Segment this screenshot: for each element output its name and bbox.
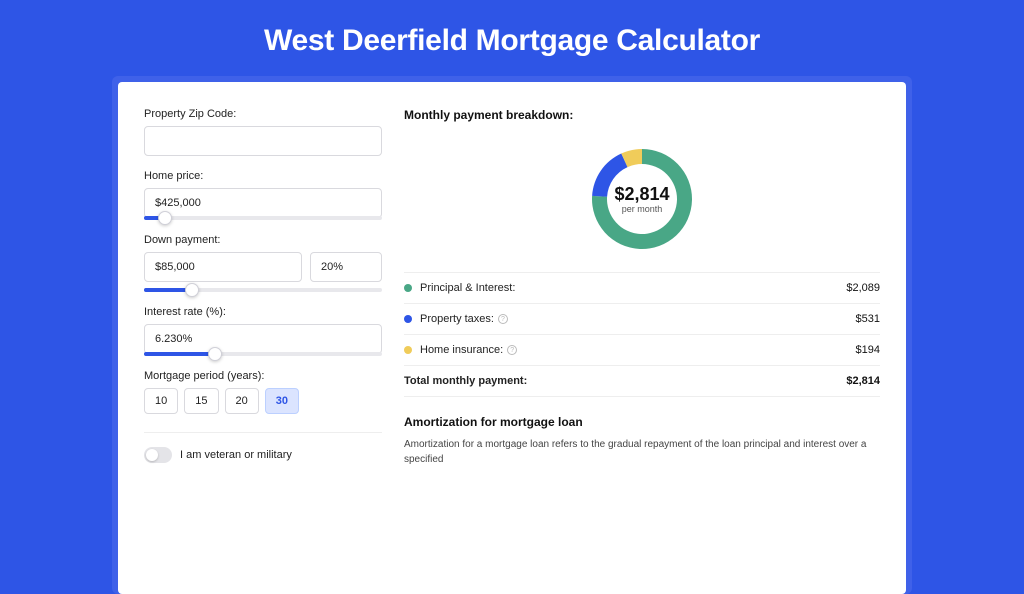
period-option-20[interactable]: 20: [225, 388, 259, 414]
price-label: Home price:: [144, 170, 382, 182]
period-field-group: Mortgage period (years): 10 15 20 30: [144, 370, 382, 414]
period-option-10[interactable]: 10: [144, 388, 178, 414]
down-pct-input[interactable]: [310, 252, 382, 282]
legend-label-principal: Principal & Interest:: [420, 282, 515, 294]
veteran-row: I am veteran or military: [144, 432, 382, 463]
legend-table: Principal & Interest: $2,089 Property ta…: [404, 272, 880, 397]
rate-input[interactable]: [144, 324, 382, 354]
price-slider[interactable]: [144, 216, 382, 220]
veteran-toggle[interactable]: [144, 447, 172, 463]
donut-center-amount: $2,814: [614, 184, 669, 204]
info-icon[interactable]: ?: [507, 345, 517, 355]
calculator-card: Property Zip Code: Home price: Down paym…: [118, 82, 906, 594]
down-amount-input[interactable]: [144, 252, 302, 282]
legend-row-principal: Principal & Interest: $2,089: [404, 273, 880, 304]
period-options: 10 15 20 30: [144, 388, 382, 414]
period-option-15[interactable]: 15: [184, 388, 218, 414]
breakdown-heading: Monthly payment breakdown:: [404, 108, 880, 122]
legend-row-taxes: Property taxes: ? $531: [404, 304, 880, 335]
legend-dot-principal: [404, 284, 412, 292]
legend-label-taxes: Property taxes: ?: [420, 313, 508, 325]
rate-label: Interest rate (%):: [144, 306, 382, 318]
legend-label-total: Total monthly payment:: [404, 375, 527, 387]
outer-card: Property Zip Code: Home price: Down paym…: [112, 76, 912, 594]
legend-value-taxes: $531: [856, 313, 880, 325]
price-field-group: Home price:: [144, 170, 382, 220]
legend-value-insurance: $194: [856, 344, 880, 356]
down-label: Down payment:: [144, 234, 382, 246]
down-slider[interactable]: [144, 288, 382, 292]
amortization-text: Amortization for a mortgage loan refers …: [404, 437, 880, 467]
rate-slider[interactable]: [144, 352, 382, 356]
veteran-label: I am veteran or military: [180, 449, 292, 461]
amortization-heading: Amortization for mortgage loan: [404, 415, 880, 429]
donut-chart: $2,814 per month: [404, 134, 880, 272]
period-option-30[interactable]: 30: [265, 388, 299, 414]
legend-dot-taxes: [404, 315, 412, 323]
legend-value-principal: $2,089: [846, 282, 880, 294]
rate-field-group: Interest rate (%):: [144, 306, 382, 356]
legend-value-total: $2,814: [846, 375, 880, 387]
legend-label-insurance: Home insurance: ?: [420, 344, 517, 356]
down-field-group: Down payment:: [144, 234, 382, 292]
legend-row-total: Total monthly payment: $2,814: [404, 366, 880, 397]
legend-dot-insurance: [404, 346, 412, 354]
donut-center-sub: per month: [622, 204, 663, 214]
zip-input[interactable]: [144, 126, 382, 156]
price-input[interactable]: [144, 188, 382, 218]
legend-row-insurance: Home insurance: ? $194: [404, 335, 880, 366]
period-label: Mortgage period (years):: [144, 370, 382, 382]
breakdown-column: Monthly payment breakdown: $2,814 per mo…: [404, 108, 880, 594]
page-title: West Deerfield Mortgage Calculator: [0, 0, 1024, 76]
zip-field-group: Property Zip Code:: [144, 108, 382, 156]
info-icon[interactable]: ?: [498, 314, 508, 324]
zip-label: Property Zip Code:: [144, 108, 382, 120]
inputs-column: Property Zip Code: Home price: Down paym…: [144, 108, 382, 594]
